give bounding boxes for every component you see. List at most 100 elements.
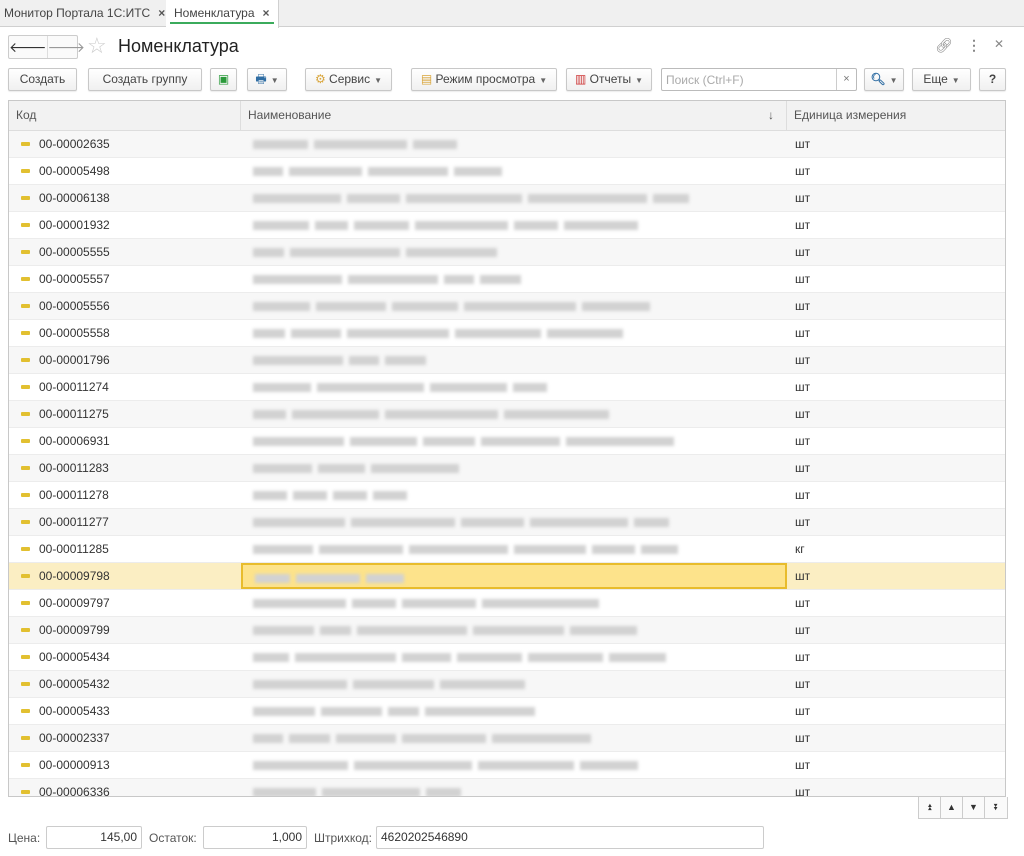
table-row[interactable]: 00-00005555 шт xyxy=(9,239,1005,266)
table-row[interactable]: 00-00011283 шт xyxy=(9,455,1005,482)
item-icon xyxy=(21,790,30,794)
name-cell-blurred xyxy=(241,347,787,374)
unit-cell: шт xyxy=(795,272,811,286)
scroll-to-bottom-button[interactable]: ⏬︎ xyxy=(985,797,1007,818)
close-icon[interactable]: × xyxy=(158,6,165,20)
close-icon[interactable]: × xyxy=(263,6,270,20)
table-row[interactable]: 00-00011275 шт xyxy=(9,401,1005,428)
code-text: 00-00011274 xyxy=(39,380,109,394)
unit-cell: шт xyxy=(795,569,811,583)
close-icon[interactable]: ✕ xyxy=(994,37,1004,51)
back-button[interactable]: 🡐 xyxy=(9,36,47,58)
table-row[interactable]: 00-00009798 шт xyxy=(9,563,1005,590)
item-icon xyxy=(21,277,30,281)
table-row[interactable]: 00-00005432 шт xyxy=(9,671,1005,698)
unit-cell: шт xyxy=(795,596,811,610)
name-cell-blurred xyxy=(241,428,787,455)
name-cell-blurred xyxy=(241,374,787,401)
more-vertical-icon[interactable]: ⋮ xyxy=(967,37,981,54)
view-mode-icon: ▤ xyxy=(420,72,436,86)
create-group-button[interactable]: Создать группу xyxy=(88,68,202,91)
unit-cell: шт xyxy=(795,650,811,664)
item-icon xyxy=(21,223,30,227)
table-row[interactable]: 00-00011285 кг xyxy=(9,536,1005,563)
price-field[interactable]: 145,00 xyxy=(46,826,142,849)
table-row[interactable]: 00-00011274 шт xyxy=(9,374,1005,401)
table-row[interactable]: 00-00011278 шт xyxy=(9,482,1005,509)
column-header-name[interactable]: Наименование ↓ xyxy=(241,101,787,131)
search-options-button[interactable]: 🔍︎ ▼ xyxy=(864,68,904,91)
tab-nomenclature[interactable]: Номенклатура × xyxy=(166,0,279,28)
search-clear-button[interactable]: × xyxy=(836,69,856,90)
tab-portal-monitor[interactable]: Монитор Портала 1С:ИТС × xyxy=(0,0,175,27)
unit-cell: шт xyxy=(795,380,811,394)
favorite-star-icon[interactable]: ☆ xyxy=(87,33,107,59)
item-icon xyxy=(21,358,30,362)
code-text: 00-00005432 xyxy=(39,677,110,691)
item-icon xyxy=(21,169,30,173)
table-row[interactable]: 00-00009797 шт xyxy=(9,590,1005,617)
table-row[interactable]: 00-00002635 шт xyxy=(9,131,1005,158)
scroll-to-top-button[interactable]: ⏫︎ xyxy=(919,797,941,818)
tab-label: Монитор Портала 1С:ИТС xyxy=(4,6,151,20)
stock-field[interactable]: 1,000 xyxy=(203,826,307,849)
code-cell: 00-00011278 xyxy=(9,482,241,509)
create-button[interactable]: Создать xyxy=(8,68,77,91)
help-button[interactable]: ? xyxy=(979,68,1006,91)
code-text: 00-00005498 xyxy=(39,164,110,178)
code-cell: 00-00009797 xyxy=(9,590,241,617)
item-icon xyxy=(21,439,30,443)
code-text: 00-00005555 xyxy=(39,245,110,259)
table-scroll-controls: ⏫︎ ▲ ▼ ⏬︎ xyxy=(918,797,1008,819)
table-row[interactable]: 00-00000913 шт xyxy=(9,752,1005,779)
table-row[interactable]: 00-00002337 шт xyxy=(9,725,1005,752)
barcode-field[interactable]: 4620202546890 xyxy=(376,826,764,849)
search-input[interactable]: Поиск (Ctrl+F) × xyxy=(661,68,857,91)
item-icon xyxy=(21,412,30,416)
table-row[interactable]: 00-00006931 шт xyxy=(9,428,1005,455)
table-row[interactable]: 00-00001932 шт xyxy=(9,212,1005,239)
table-row[interactable]: 00-00005558 шт xyxy=(9,320,1005,347)
code-cell: 00-00009798 xyxy=(9,563,241,590)
code-cell: 00-00005434 xyxy=(9,644,241,671)
item-icon xyxy=(21,493,30,497)
code-text: 00-00006138 xyxy=(39,191,110,205)
link-icon[interactable]: 🔗︎ xyxy=(935,37,953,54)
print-button[interactable]: 🖶︎ ▼ xyxy=(247,68,287,91)
code-cell: 00-00011274 xyxy=(9,374,241,401)
table-row[interactable]: 00-00005433 шт xyxy=(9,698,1005,725)
table-row[interactable]: 00-00006138 шт xyxy=(9,185,1005,212)
column-header-code[interactable]: Код xyxy=(9,101,241,131)
code-text: 00-00001932 xyxy=(39,218,110,232)
table-row[interactable]: 00-00011277 шт xyxy=(9,509,1005,536)
table-row[interactable]: 00-00005556 шт xyxy=(9,293,1005,320)
column-header-unit[interactable]: Единица измерения xyxy=(787,101,1005,131)
unit-cell: шт xyxy=(795,191,811,205)
more-button[interactable]: Еще ▼ xyxy=(912,68,971,91)
search-icon: 🔍︎ xyxy=(870,72,886,86)
search-placeholder: Поиск (Ctrl+F) xyxy=(666,73,744,87)
table-row[interactable]: 00-00006336 шт xyxy=(9,779,1005,796)
table-row[interactable]: 00-00005557 шт xyxy=(9,266,1005,293)
code-text: 00-00011275 xyxy=(39,407,109,421)
code-text: 00-00001796 xyxy=(39,353,110,367)
code-cell: 00-00001932 xyxy=(9,212,241,239)
service-button[interactable]: ⚙ Сервис ▼ xyxy=(305,68,392,91)
table-row[interactable]: 00-00005434 шт xyxy=(9,644,1005,671)
scroll-up-button[interactable]: ▲ xyxy=(941,797,963,818)
table-row[interactable]: 00-00005498 шт xyxy=(9,158,1005,185)
code-cell: 00-00011283 xyxy=(9,455,241,482)
name-cell-blurred xyxy=(241,752,787,779)
code-cell: 00-00011285 xyxy=(9,536,241,563)
table-row[interactable]: 00-00001796 шт xyxy=(9,347,1005,374)
reports-button[interactable]: ▥ Отчеты ▼ xyxy=(566,68,652,91)
forward-button[interactable]: 🡒 xyxy=(46,36,85,58)
name-cell-blurred xyxy=(241,671,787,698)
scroll-down-button[interactable]: ▼ xyxy=(963,797,985,818)
item-icon xyxy=(21,331,30,335)
copy-button[interactable]: ▣ xyxy=(210,68,237,91)
name-cell-blurred xyxy=(241,536,787,563)
new-document-icon: ▣ xyxy=(217,72,230,86)
view-mode-button[interactable]: ▤ Режим просмотра ▼ xyxy=(411,68,557,91)
table-row[interactable]: 00-00009799 шт xyxy=(9,617,1005,644)
